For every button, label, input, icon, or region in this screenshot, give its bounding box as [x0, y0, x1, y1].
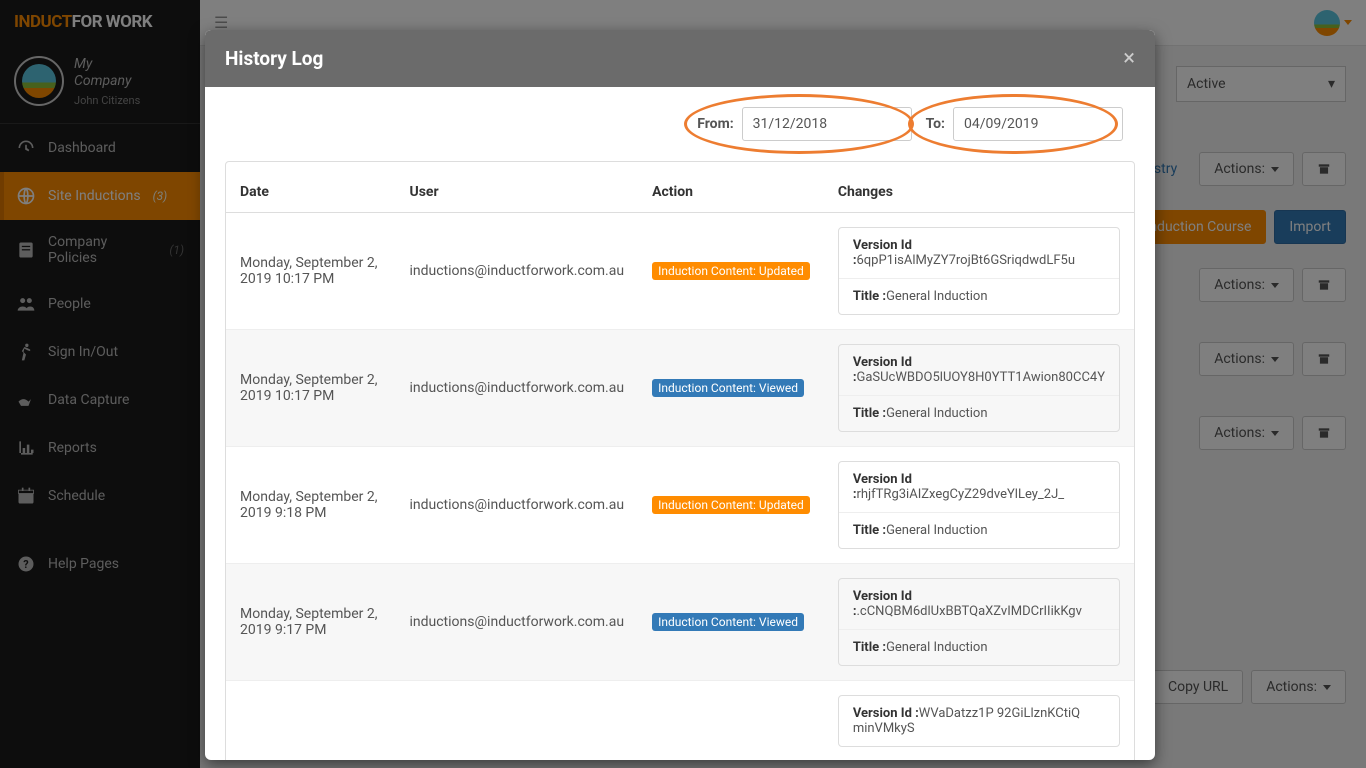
- title-line: Title :General Induction: [839, 395, 1119, 431]
- date-from-input[interactable]: [742, 107, 912, 141]
- column-user: User: [395, 172, 638, 213]
- history-log-table-container[interactable]: Date User Action Changes Monday, Septemb…: [225, 161, 1135, 760]
- cell-action: [638, 681, 824, 761]
- table-row: Monday, September 2, 2019 10:17 PMinduct…: [226, 213, 1134, 330]
- cell-date: Monday, September 2, 2019 9:18 PM: [226, 447, 395, 564]
- table-row: Monday, September 2, 2019 9:17 PMinducti…: [226, 564, 1134, 681]
- cell-action: Induction Content: Updated: [638, 213, 824, 330]
- cell-changes: Version Id :rhjfTRg3iAIZxegCyZ29dveYlLey…: [824, 447, 1134, 564]
- cell-date: [226, 681, 395, 761]
- cell-action: Induction Content: Viewed: [638, 330, 824, 447]
- cell-action: Induction Content: Updated: [638, 447, 824, 564]
- version-id-line: Version Id :GaSUcWBDO5lUOY8H0YTT1Awion80…: [839, 345, 1119, 395]
- cell-date: Monday, September 2, 2019 9:17 PM: [226, 564, 395, 681]
- table-row: Monday, September 2, 2019 10:17 PMinduct…: [226, 330, 1134, 447]
- date-from-group: From:: [697, 107, 911, 141]
- version-id-line: Version Id :rhjfTRg3iAIZxegCyZ29dveYlLey…: [839, 462, 1119, 512]
- changes-box: Version Id :GaSUcWBDO5lUOY8H0YTT1Awion80…: [838, 344, 1120, 432]
- cell-user: inductions@inductforwork.com.au: [395, 564, 638, 681]
- modal-title: History Log: [225, 47, 323, 70]
- action-badge: Induction Content: Viewed: [652, 379, 804, 397]
- title-line: Title :General Induction: [839, 512, 1119, 548]
- action-badge: Induction Content: Updated: [652, 262, 810, 280]
- table-row: Monday, September 2, 2019 9:18 PMinducti…: [226, 447, 1134, 564]
- action-badge: Induction Content: Viewed: [652, 613, 804, 631]
- from-label: From:: [697, 116, 733, 132]
- modal-header: History Log ×: [205, 30, 1155, 87]
- close-icon[interactable]: ×: [1123, 46, 1135, 71]
- cell-user: inductions@inductforwork.com.au: [395, 213, 638, 330]
- history-log-table: Date User Action Changes Monday, Septemb…: [226, 172, 1134, 760]
- cell-user: [395, 681, 638, 761]
- column-action: Action: [638, 172, 824, 213]
- cell-action: Induction Content: Viewed: [638, 564, 824, 681]
- action-badge: Induction Content: Updated: [652, 496, 810, 514]
- changes-box: Version Id :.cCNQBM6dlUxBBTQaXZvIMDCrIIi…: [838, 578, 1120, 666]
- cell-date: Monday, September 2, 2019 10:17 PM: [226, 330, 395, 447]
- to-label: To:: [926, 116, 945, 132]
- date-to-group: To:: [926, 107, 1123, 141]
- changes-box: Version Id :6qpP1isAlMyZY7rojBt6GSriqdwd…: [838, 227, 1120, 315]
- cell-changes: Version Id :6qpP1isAlMyZY7rojBt6GSriqdwd…: [824, 213, 1134, 330]
- column-changes: Changes: [824, 172, 1134, 213]
- version-id-line: Version Id :6qpP1isAlMyZY7rojBt6GSriqdwd…: [839, 228, 1119, 278]
- date-filter: From: To:: [225, 107, 1135, 141]
- date-to-input[interactable]: [953, 107, 1123, 141]
- version-id-line: Version Id :WVaDatzz1P 92GiLlznKCtiQ min…: [839, 696, 1119, 746]
- cell-changes: Version Id :.cCNQBM6dlUxBBTQaXZvIMDCrIIi…: [824, 564, 1134, 681]
- modal-body: From: To: Date User Action Changes: [205, 87, 1155, 760]
- title-line: Title :General Induction: [839, 278, 1119, 314]
- table-row: Version Id :WVaDatzz1P 92GiLlznKCtiQ min…: [226, 681, 1134, 761]
- history-log-modal: History Log × From: To: Date User: [205, 30, 1155, 760]
- version-id-line: Version Id :.cCNQBM6dlUxBBTQaXZvIMDCrIIi…: [839, 579, 1119, 629]
- changes-box: Version Id :rhjfTRg3iAIZxegCyZ29dveYlLey…: [838, 461, 1120, 549]
- cell-user: inductions@inductforwork.com.au: [395, 330, 638, 447]
- column-date: Date: [226, 172, 395, 213]
- cell-changes: Version Id :WVaDatzz1P 92GiLlznKCtiQ min…: [824, 681, 1134, 761]
- title-line: Title :General Induction: [839, 629, 1119, 665]
- cell-date: Monday, September 2, 2019 10:17 PM: [226, 213, 395, 330]
- changes-box: Version Id :WVaDatzz1P 92GiLlznKCtiQ min…: [838, 695, 1120, 747]
- cell-user: inductions@inductforwork.com.au: [395, 447, 638, 564]
- cell-changes: Version Id :GaSUcWBDO5lUOY8H0YTT1Awion80…: [824, 330, 1134, 447]
